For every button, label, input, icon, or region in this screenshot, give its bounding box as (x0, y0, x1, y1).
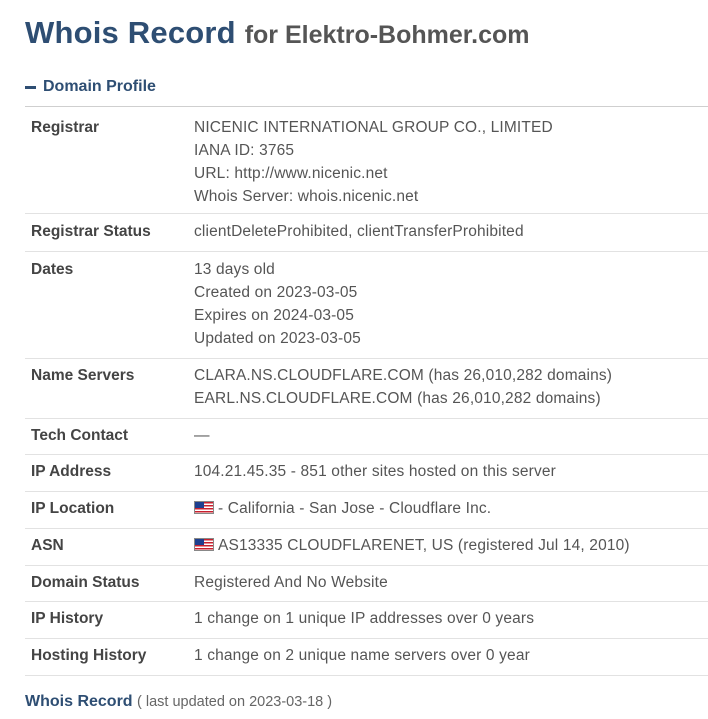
ip-location-value: - California - San Jose - Cloudflare Inc… (194, 497, 708, 528)
name-server-1: CLARA.NS.CLOUDFLARE.COM (has 26,010,282 … (194, 367, 613, 384)
ip-location-text: - California - San Jose - Cloudflare Inc… (218, 500, 492, 517)
ip-address-value: 104.21.45.35 - 851 other sites hosted on… (194, 463, 556, 480)
registrar-name: NICENIC INTERNATIONAL GROUP CO., LIMITED (194, 119, 553, 136)
asn-text: AS13335 CLOUDFLARENET, US (registered Ju… (218, 537, 630, 554)
whois-record-heading: Whois Record (25, 693, 133, 710)
ip-history-label: IP History (31, 610, 104, 627)
hosting-history-row: Hosting History 1 change on 2 unique nam… (25, 639, 708, 676)
dates-row: Dates 13 days old Created on 2023-03-05 … (25, 252, 708, 359)
domain-age: 13 days old (194, 261, 275, 278)
registrar-iana-id: IANA ID: 3765 (194, 142, 295, 159)
us-flag-icon (194, 538, 214, 551)
registrar-url: URL: http://www.nicenic.net (194, 165, 388, 182)
ip-address-row: IP Address 104.21.45.35 - 851 other site… (25, 455, 708, 492)
dates-label: Dates (31, 261, 74, 278)
tech-contact-label: Tech Contact (31, 427, 129, 444)
tech-contact-row: Tech Contact — (25, 419, 708, 455)
name-servers-label: Name Servers (31, 367, 135, 384)
asn-value: AS13335 CLOUDFLARENET, US (registered Ju… (194, 534, 708, 565)
name-servers-row: Name Servers CLARA.NS.CLOUDFLARE.COM (ha… (25, 359, 708, 419)
last-updated-note: ( last updated on 2023-03-18 ) (137, 694, 333, 710)
domain-status-value: Registered And No Website (194, 574, 388, 591)
name-server-2: EARL.NS.CLOUDFLARE.COM (has 26,010,282 d… (194, 390, 601, 407)
us-flag-icon (194, 501, 214, 514)
registrar-status-label: Registrar Status (31, 223, 151, 240)
registrar-label: Registrar (31, 119, 100, 136)
registrar-status-value: clientDeleteProhibited, clientTransferPr… (194, 223, 524, 240)
collapse-minus-icon[interactable] (25, 85, 36, 89)
expires-date: Expires on 2024-03-05 (194, 307, 354, 324)
domain-status-row: Domain Status Registered And No Website (25, 566, 708, 602)
ip-history-row: IP History 1 change on 1 unique IP addre… (25, 602, 708, 639)
updated-date: Updated on 2023-03-05 (194, 330, 361, 347)
page-title: Whois Record for Elektro-Bohmer.com (25, 14, 529, 51)
ip-history-value: 1 change on 1 unique IP addresses over 0… (194, 610, 535, 627)
registrar-value: NICENIC INTERNATIONAL GROUP CO., LIMITED… (194, 116, 708, 213)
ip-location-label: IP Location (31, 500, 115, 517)
ip-location-row: IP Location - California - San Jose - Cl… (25, 492, 708, 529)
created-date: Created on 2023-03-05 (194, 284, 358, 301)
domain-profile-heading: Domain Profile (43, 78, 156, 95)
page-title-main: Whois Record (25, 15, 236, 50)
hosting-history-value: 1 change on 2 unique name servers over 0… (194, 647, 530, 664)
domain-profile-table: Registrar NICENIC INTERNATIONAL GROUP CO… (25, 106, 708, 676)
registrar-row: Registrar NICENIC INTERNATIONAL GROUP CO… (25, 107, 708, 214)
hosting-history-label: Hosting History (31, 647, 147, 664)
dates-value: 13 days old Created on 2023-03-05 Expire… (194, 258, 708, 358)
registrar-status-row: Registrar Status clientDeleteProhibited,… (25, 214, 708, 252)
tech-contact-value: — (194, 427, 210, 444)
page-title-domain: for Elektro-Bohmer.com (244, 21, 530, 49)
registrar-whois-server: Whois Server: whois.nicenic.net (194, 188, 419, 205)
ip-address-label: IP Address (31, 463, 112, 480)
domain-status-label: Domain Status (31, 574, 140, 591)
name-servers-value: CLARA.NS.CLOUDFLARE.COM (has 26,010,282 … (194, 364, 708, 418)
asn-row: ASN AS13335 CLOUDFLARENET, US (registere… (25, 529, 708, 566)
domain-profile-toggle[interactable]: Domain Profile (25, 78, 156, 96)
whois-record-footer: Whois Record ( last updated on 2023-03-1… (25, 693, 332, 711)
asn-label: ASN (31, 537, 64, 554)
